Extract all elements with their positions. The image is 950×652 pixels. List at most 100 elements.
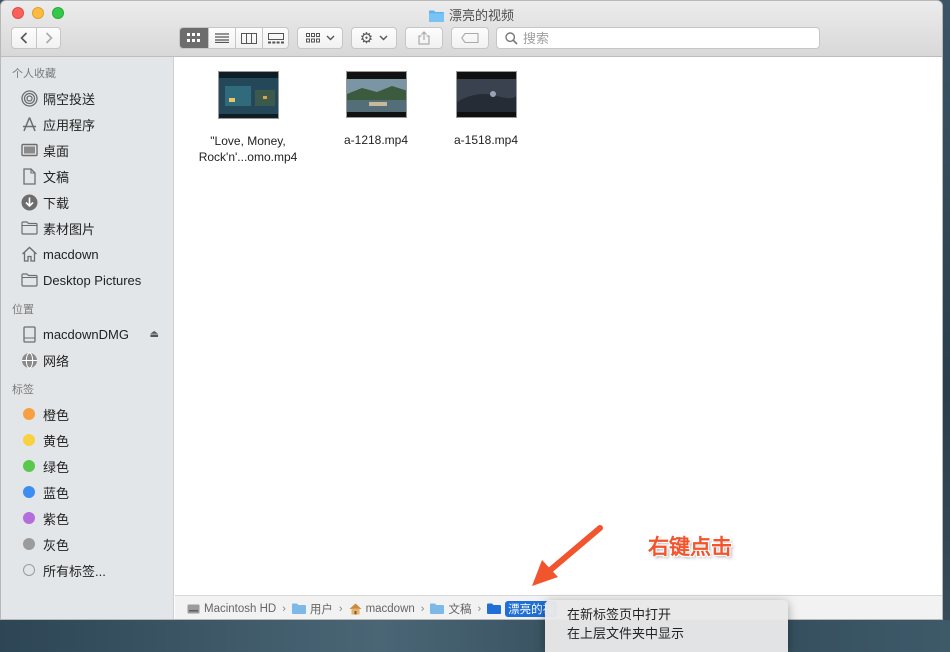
sidebar-item-material-images[interactable]: 素材图片 (1, 215, 173, 241)
search-field[interactable] (496, 27, 820, 49)
folder-icon (20, 271, 38, 289)
chevron-right-icon: › (338, 602, 343, 615)
folder-icon (430, 603, 445, 614)
sidebar-item-label: 素材图片 (43, 221, 96, 237)
tag-dot-icon (23, 460, 35, 472)
documents-icon (20, 167, 38, 185)
file-browser: "Love, Money, Rock'n'...omo.mp4 a-1218.m… (175, 57, 942, 595)
sidebar-item-label: 蓝色 (43, 485, 70, 501)
annotation-arrow-icon (532, 525, 603, 586)
edit-tags-button[interactable] (451, 27, 489, 49)
sidebar-item-downloads[interactable]: 下载 (1, 189, 173, 215)
gear-icon: ⚙ (359, 29, 374, 47)
sidebar-section-favorites: 个人收藏 (12, 68, 56, 80)
sidebar-item-documents[interactable]: 文稿 (1, 163, 173, 189)
sidebar-item-network[interactable]: 网络 (1, 347, 173, 373)
sidebar-item-label: 黄色 (43, 433, 70, 449)
crumb-label: 用户 (309, 603, 333, 616)
sidebar-item-label: 橙色 (43, 407, 70, 423)
share-button[interactable] (405, 27, 443, 49)
crumb-label: Macintosh HD (204, 602, 277, 615)
folder-icon (291, 603, 306, 614)
chevron-down-icon (379, 35, 388, 41)
sidebar-item-label: 绿色 (43, 459, 70, 475)
sidebar-item-label: 文稿 (43, 169, 70, 185)
downloads-icon (20, 193, 38, 211)
video-thumbnail (345, 71, 407, 118)
sidebar-item-desktop[interactable]: 桌面 (1, 137, 173, 163)
crumb-label: macdown (365, 602, 415, 615)
crumb-documents[interactable]: 文稿 (430, 601, 471, 617)
sidebar-item-macdown[interactable]: macdown (1, 241, 173, 267)
chevron-right-icon: › (282, 602, 286, 615)
search-icon (505, 31, 518, 45)
sidebar-section-tags: 标签 (12, 384, 34, 396)
window-title: 漂亮的视频 (1, 5, 942, 25)
tag-dot-icon (23, 512, 35, 524)
applications-icon (20, 115, 38, 133)
file-item[interactable]: "Love, Money, Rock'n'...omo.mp4 (178, 71, 318, 165)
crumb-users[interactable]: 用户 (291, 601, 333, 617)
list-view-button[interactable] (208, 28, 235, 48)
forward-button[interactable] (36, 28, 60, 48)
home-icon (349, 603, 362, 615)
group-by-button[interactable] (297, 27, 343, 49)
chevron-right-icon (45, 32, 53, 44)
menu-item-show-in-enclosing-folder[interactable]: 在上层文件夹中显示 (545, 624, 788, 643)
finder-window: 漂亮的视频 ⚙ 搜索 个人收藏 隔空投送 应用程序 桌面 文稿 下载 素材图片 … (0, 0, 943, 620)
sidebar-item-airdrop[interactable]: 隔空投送 (1, 85, 173, 111)
sidebar-item-label: 灰色 (43, 537, 70, 553)
window-title-text: 漂亮的视频 (448, 8, 514, 23)
share-icon (418, 31, 430, 45)
view-mode-control (179, 27, 289, 49)
grid-icon (305, 33, 320, 43)
sidebar-item-label: 网络 (43, 353, 70, 369)
sidebar-item-label: 所有标签... (43, 563, 106, 579)
sidebar-tag-blue[interactable]: 蓝色 (1, 479, 173, 505)
search-input[interactable] (523, 30, 803, 46)
gallery-view-button[interactable] (262, 28, 288, 48)
disk-icon (20, 325, 38, 343)
tag-dot-icon (23, 408, 35, 420)
sidebar-tag-green[interactable]: 绿色 (1, 453, 173, 479)
chevron-left-icon (20, 32, 28, 44)
sidebar-item-label: Desktop Pictures (43, 272, 142, 288)
sidebar-item-label: 下载 (43, 195, 70, 211)
menu-item-open-in-new-tab[interactable]: 在新标签页中打开 (545, 605, 788, 624)
sidebar-item-desktop-pictures[interactable]: Desktop Pictures (1, 267, 173, 293)
column-view-button[interactable] (235, 28, 262, 48)
desktop-background (0, 620, 950, 652)
chevron-down-icon (326, 35, 334, 41)
sidebar-all-tags[interactable]: 所有标签... (1, 557, 173, 583)
crumb-macdown[interactable]: macdown (349, 603, 415, 615)
sidebar-item-label: 桌面 (43, 143, 70, 159)
crumb-label: 文稿 (448, 603, 472, 616)
airdrop-icon (20, 89, 38, 107)
icon-view-button[interactable] (180, 28, 208, 48)
sidebar-item-label: 隔空投送 (43, 91, 96, 107)
sidebar-tag-yellow[interactable]: 黄色 (1, 427, 173, 453)
sidebar-tag-purple[interactable]: 紫色 (1, 505, 173, 531)
folder-icon (20, 219, 38, 237)
network-icon (20, 351, 38, 369)
crumb-macintosh-hd[interactable]: Macintosh HD (187, 603, 276, 615)
sidebar-tag-orange[interactable]: 橙色 (1, 401, 173, 427)
sidebar-item-macdowndmg[interactable]: macdownDMG ⏏ (1, 321, 173, 347)
video-thumbnail (455, 71, 517, 118)
file-name: a-1518.mp4 (453, 133, 519, 147)
sidebar-item-applications[interactable]: 应用程序 (1, 111, 173, 137)
sidebar-tag-gray[interactable]: 灰色 (1, 531, 173, 557)
file-item[interactable]: a-1518.mp4 (416, 71, 556, 148)
context-menu: 在新标签页中打开 在上层文件夹中显示 (545, 600, 788, 652)
sidebar-item-label: macdownDMG (43, 326, 129, 342)
list-icon (215, 33, 229, 43)
tag-dot-icon (23, 434, 35, 446)
chevron-right-icon: › (477, 602, 482, 615)
video-thumbnail (217, 71, 279, 119)
action-button[interactable]: ⚙ (351, 27, 397, 49)
chevron-right-icon: › (420, 602, 425, 615)
back-button[interactable] (12, 28, 36, 48)
hard-disk-icon (187, 604, 200, 614)
titlebar: 漂亮的视频 ⚙ 搜索 (1, 1, 942, 57)
eject-icon[interactable]: ⏏ (150, 329, 159, 340)
